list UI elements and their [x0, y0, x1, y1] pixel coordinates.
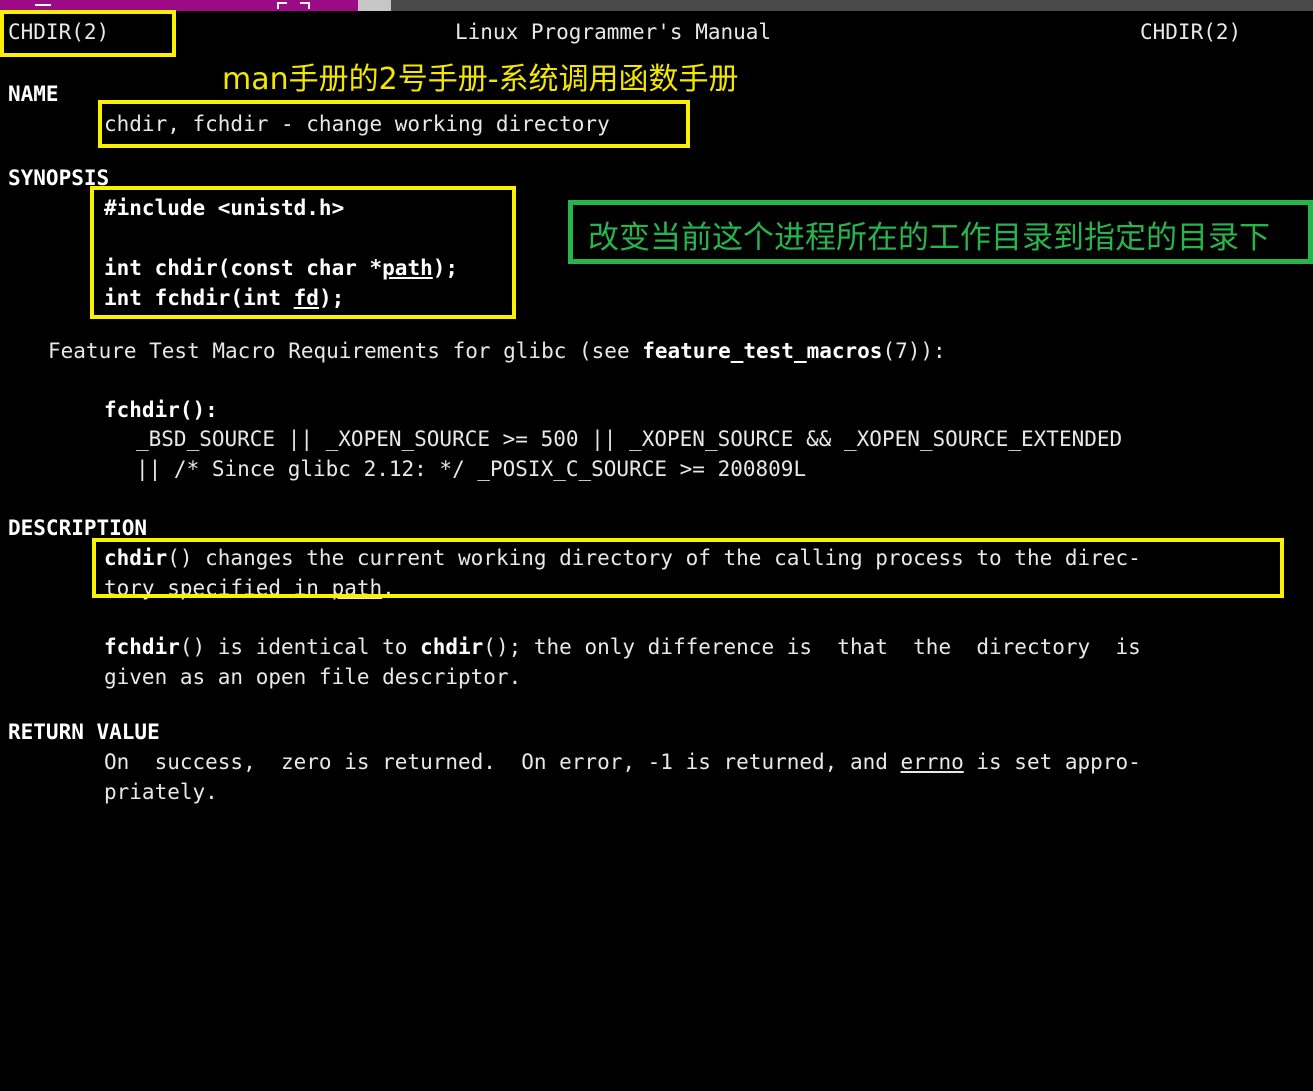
ftm-pre: Feature Test Macro Requirements for glib…	[48, 339, 643, 363]
section-heading-name: NAME	[8, 82, 59, 106]
synopsis-chdir-pre: int chdir(const char *	[104, 256, 383, 280]
synopsis-fchdir-pre: int fchdir(int	[104, 286, 294, 310]
desc-fchdir-bold: fchdir	[104, 635, 180, 659]
desc-p2-l1-post: (); the only difference is that the dire…	[483, 635, 1141, 659]
annotation-chinese-title: man手册的2号手册-系统调用函数手册	[222, 62, 739, 97]
ret-l1-post: is set appro-	[963, 750, 1141, 774]
description-paragraph-2-line-1: fchdir() is identical to chdir(); the on…	[104, 632, 1141, 662]
synopsis-include-line: #include <unistd.h>	[104, 196, 345, 220]
window-titlebar	[0, 0, 1313, 11]
manpage-header-center: Linux Programmer's Manual	[455, 20, 772, 44]
synopsis-chdir-post: );	[432, 256, 459, 280]
description-paragraph-1-line-1: chdir() changes the current working dire…	[104, 543, 1141, 573]
desc-p1-l2-arg: path	[331, 576, 383, 600]
ftm-link[interactable]: feature_test_macros	[642, 339, 882, 363]
section-heading-return-value: RETURN VALUE	[8, 720, 160, 744]
ftm-function-name: fchdir():	[104, 398, 218, 422]
manpage-header-left: CHDIR(2)	[8, 20, 110, 44]
synopsis-fchdir-arg: fd	[293, 286, 319, 310]
ret-errno: errno	[900, 750, 964, 774]
titlebar-inactive-tab[interactable]	[358, 0, 391, 11]
feature-test-macro-line: Feature Test Macro Requirements for glib…	[48, 336, 946, 366]
synopsis-prototype-fchdir: int fchdir(int fd);	[104, 283, 344, 313]
description-paragraph-2-line-2: given as an open file descriptor.	[104, 665, 522, 689]
ftm-requirement-line-2: || /* Since glibc 2.12: */ _POSIX_C_SOUR…	[136, 457, 807, 481]
desc-chdir-bold-2: chdir	[420, 635, 484, 659]
desc-chdir-bold: chdir	[104, 546, 168, 570]
ftm-post: (7)):	[882, 339, 946, 363]
description-paragraph-1-line-2: tory specified in path.	[104, 573, 395, 603]
section-heading-synopsis: SYNOPSIS	[8, 166, 110, 190]
synopsis-prototype-chdir: int chdir(const char *path);	[104, 253, 458, 283]
ftm-requirement-line-1: _BSD_SOURCE || _XOPEN_SOURCE >= 500 || _…	[136, 427, 1123, 451]
annotation-chinese-description: 改变当前这个进程所在的工作目录到指定的目录下	[588, 220, 1270, 256]
terminal-manpage[interactable]: CHDIR(2) Linux Programmer's Manual CHDIR…	[0, 11, 1313, 828]
desc-p1-l2-pre: tory specified in	[104, 576, 332, 600]
close-icon[interactable]	[300, 2, 310, 9]
return-value-line-2: priately.	[104, 780, 218, 804]
name-body-text: chdir, fchdir - change working directory	[104, 112, 610, 136]
desc-p1-l1: () changes the current working directory…	[167, 546, 1141, 570]
maximize-icon[interactable]	[277, 2, 287, 9]
return-value-line-1: On success, zero is returned. On error, …	[104, 747, 1141, 777]
desc-p1-l2-post: .	[382, 576, 395, 600]
minimize-icon[interactable]	[35, 4, 51, 6]
desc-p2-mid: () is identical to	[179, 635, 421, 659]
synopsis-fchdir-post: );	[318, 286, 345, 310]
section-heading-description: DESCRIPTION	[8, 516, 148, 540]
ret-l1-pre: On success, zero is returned. On error, …	[104, 750, 901, 774]
manpage-header-right: CHDIR(2)	[1140, 20, 1242, 44]
synopsis-chdir-arg: path	[382, 256, 433, 280]
